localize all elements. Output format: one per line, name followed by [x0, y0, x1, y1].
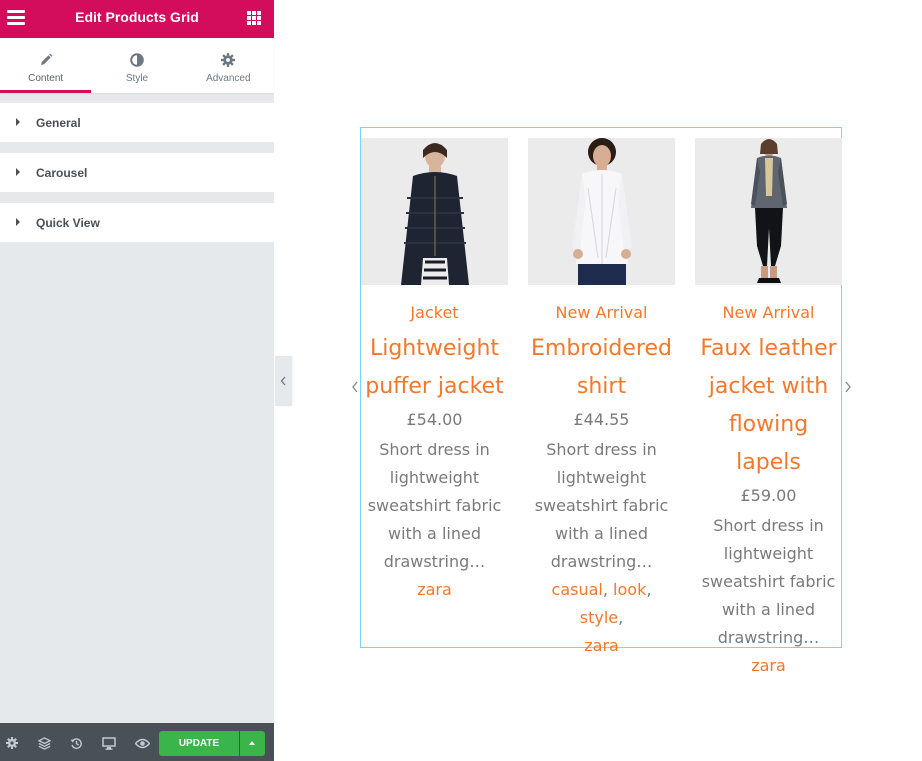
update-button[interactable]: UPDATE	[159, 731, 239, 756]
product-description: Short dress in lightweight sweatshirt fa…	[361, 436, 508, 576]
product-image[interactable]	[361, 138, 508, 285]
settings-icon[interactable]	[4, 735, 20, 751]
tab-style[interactable]: Style	[91, 38, 182, 93]
tab-content[interactable]: Content	[0, 38, 92, 93]
description-line: with a lined	[388, 524, 481, 543]
product-price: £44.55	[573, 410, 630, 429]
panel-header: Edit Products Grid	[0, 0, 274, 38]
product-title-line: shirt	[576, 374, 627, 399]
product-description: Short dress in lightweight sweatshirt fa…	[695, 512, 842, 652]
product-tags: casual, look, style, zara	[551, 580, 652, 655]
tag-link[interactable]: look	[613, 580, 646, 599]
description-line: Short dress in	[546, 440, 657, 459]
section-carousel[interactable]: Carousel	[0, 153, 274, 192]
description-line: Short dress in	[379, 440, 490, 459]
product-image[interactable]	[528, 138, 675, 285]
panel-tabs: Content Style Advanced	[0, 38, 274, 93]
product-title-line: flowing lapels	[728, 412, 809, 475]
caret-right-icon	[16, 218, 20, 226]
product-title-link[interactable]: Embroidered shirt	[528, 330, 675, 406]
layers-icon[interactable]	[36, 735, 52, 751]
pencil-icon	[0, 51, 91, 69]
description-line: drawstring…	[717, 628, 820, 647]
carousel-prev-arrow-icon[interactable]	[349, 377, 361, 397]
description-line: with a lined	[722, 600, 815, 619]
product-title-line: Lightweight	[369, 336, 500, 361]
product-title-line: Embroidered	[531, 336, 672, 361]
history-icon[interactable]	[68, 735, 84, 751]
description-line: lightweight	[723, 544, 814, 563]
product-category-link[interactable]: New Arrival	[528, 303, 675, 323]
description-line: sweatshirt fabric	[367, 496, 502, 515]
panel-collapse-toggle[interactable]	[275, 356, 292, 406]
caret-right-icon	[16, 118, 20, 126]
description-line: sweatshirt fabric	[701, 572, 836, 591]
product-description: Short dress in lightweight sweatshirt fa…	[528, 436, 675, 576]
widgets-grid-icon[interactable]	[247, 11, 261, 25]
panel-title: Edit Products Grid	[75, 9, 199, 25]
caret-right-icon	[16, 168, 20, 176]
carousel-next-arrow-icon[interactable]	[842, 377, 854, 397]
responsive-icon[interactable]	[101, 735, 117, 751]
description-line: drawstring…	[383, 552, 486, 571]
editor-panel: Edit Products Grid Content Style Advance…	[0, 0, 274, 761]
tab-content-label: Content	[28, 73, 64, 84]
gear-icon	[183, 51, 274, 69]
product-title-link[interactable]: Lightweight puffer jacket	[361, 330, 508, 406]
description-line: lightweight	[389, 468, 480, 487]
preview-eye-icon[interactable]	[134, 735, 150, 751]
tab-advanced[interactable]: Advanced	[183, 38, 274, 93]
product-card: New Arrival Embroidered shirt £44.55 Sho…	[528, 138, 675, 660]
description-line: lightweight	[556, 468, 647, 487]
tab-style-label: Style	[125, 73, 149, 84]
description-line: drawstring…	[550, 552, 653, 571]
section-general[interactable]: General	[0, 103, 274, 142]
product-title-link[interactable]: Faux leather jacket with flowing lapels	[695, 330, 842, 482]
chevron-left-icon	[280, 376, 286, 386]
tag-link[interactable]: zara	[584, 636, 619, 655]
product-title-line: Faux leather	[700, 336, 837, 361]
description-line: sweatshirt fabric	[534, 496, 669, 515]
section-quick-view[interactable]: Quick View	[0, 203, 274, 242]
description-line: with a lined	[555, 524, 648, 543]
product-price: £59.00	[740, 486, 797, 505]
product-image[interactable]	[695, 138, 842, 285]
section-quick-view-label: Quick View	[36, 216, 100, 230]
tag-link[interactable]: zara	[751, 656, 786, 675]
product-category-link[interactable]: Jacket	[361, 303, 508, 323]
update-options-button[interactable]	[240, 731, 265, 756]
tag-link[interactable]: style	[580, 608, 618, 627]
tag-link[interactable]: casual	[552, 580, 603, 599]
product-title-line: puffer jacket	[365, 374, 504, 399]
product-tags: zara	[361, 576, 508, 604]
tag-link[interactable]: zara	[417, 580, 452, 599]
caret-up-icon	[249, 741, 255, 745]
contrast-icon	[91, 51, 182, 69]
description-line: Short dress in	[713, 516, 824, 535]
product-card: Jacket Lightweight puffer jacket £54.00 …	[361, 138, 508, 604]
product-price: £54.00	[406, 410, 463, 429]
product-tags: zara	[695, 652, 842, 680]
section-carousel-label: Carousel	[36, 166, 88, 180]
section-general-label: General	[36, 116, 81, 130]
product-category-link[interactable]: New Arrival	[695, 303, 842, 323]
tab-advanced-label: Advanced	[206, 73, 251, 84]
product-card: New Arrival Faux leather jacket with flo…	[695, 138, 842, 680]
product-title-line: jacket with	[708, 374, 829, 399]
